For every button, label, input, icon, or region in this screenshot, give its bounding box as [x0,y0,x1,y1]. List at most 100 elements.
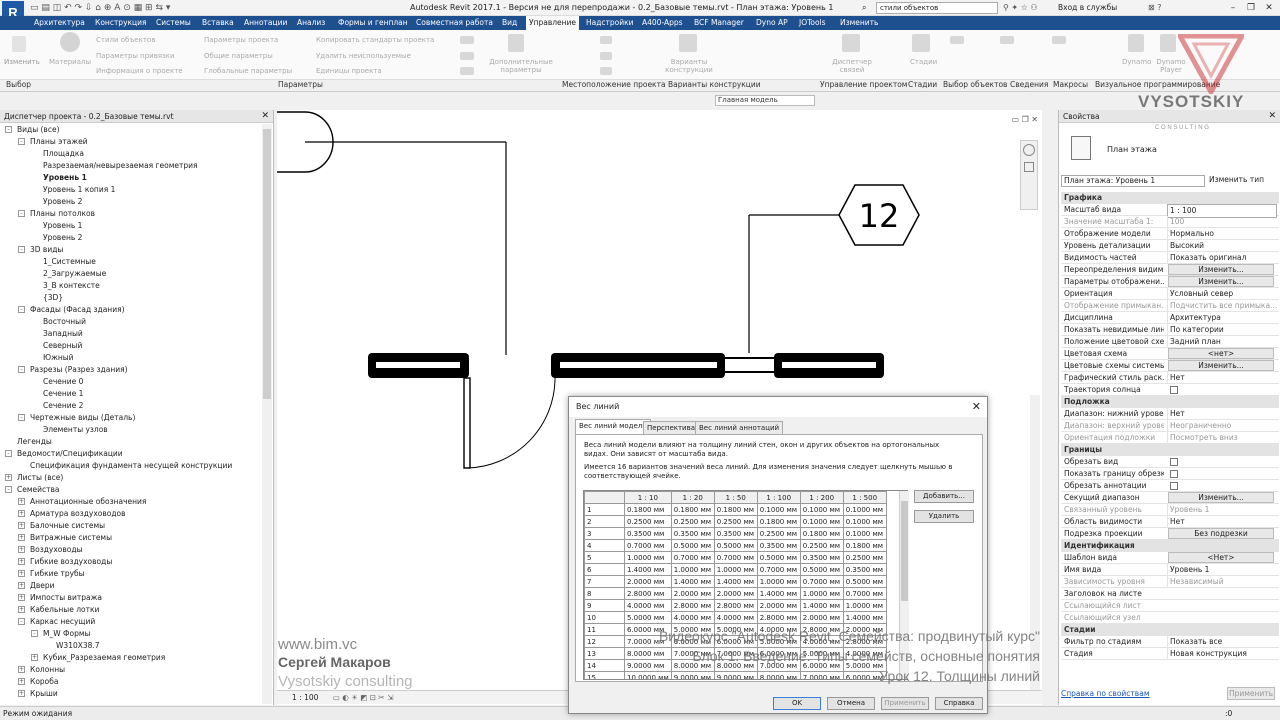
collapse-icon[interactable]: - [18,138,25,145]
dynamo-player-icon[interactable] [1160,34,1176,52]
units-button[interactable]: Единицы проекта [316,67,382,75]
property-value[interactable]: Новая конструкция [1167,648,1277,660]
collapse-icon[interactable]: - [5,486,12,493]
help-tools-icons[interactable]: ⚲ ✦ ☆ ⚇ [1003,3,1038,12]
property-value[interactable]: Уровень 1 [1167,564,1277,576]
weight-cell[interactable]: 4.0000 мм [713,611,758,624]
weight-cell[interactable]: 0.2500 мм [799,539,844,552]
browser-item[interactable]: Уровень 2 [32,232,82,244]
expand-icon[interactable]: + [18,666,25,673]
help-button[interactable]: Справка [935,697,983,710]
browser-item[interactable]: Спецификация фундамента несущей конструк… [19,460,232,472]
browser-item[interactable]: + Кабельные лотки [18,604,99,616]
purge-button[interactable]: Удалить неиспользуемые [316,52,411,60]
weight-cell[interactable]: 1.0000 мм [670,563,715,576]
weight-cell[interactable]: 2.0000 мм [624,575,672,588]
tab-8[interactable]: Вид [502,16,517,30]
collapse-icon[interactable]: - [18,246,25,253]
property-group[interactable]: Подложка [1061,396,1279,408]
browser-item[interactable]: + Воздуховоды [18,544,83,556]
browser-item[interactable]: Уровень 1 копия 1 [32,184,115,196]
weight-cell[interactable]: 4.0000 мм [624,599,672,612]
property-row[interactable]: Видимость частей Показать оригинал [1061,252,1279,264]
browser-item[interactable]: + Арматура воздуховодов [18,508,126,520]
browser-item[interactable]: + Импосты витража [18,592,102,604]
property-group[interactable]: Границы [1061,444,1279,456]
weight-cell[interactable]: 0.7000 мм [842,587,887,600]
ok-button[interactable]: OK [773,697,821,710]
phases-icon[interactable] [912,34,930,52]
property-edit-button[interactable]: <нет> [1168,348,1274,359]
property-value[interactable]: Неограниченно [1167,420,1277,432]
dynamo-icon[interactable] [1128,34,1144,52]
weight-cell[interactable]: 0.1000 мм [799,515,844,528]
column-header[interactable] [584,491,625,504]
tab-2[interactable]: Системы [156,16,191,30]
tab-4[interactable]: Аннотации [244,16,287,30]
expand-icon[interactable]: + [18,594,25,601]
add-column-button[interactable]: Добавить... [914,490,974,503]
property-value[interactable]: По категории [1167,324,1277,336]
column-header[interactable]: 1 : 500 [842,491,887,504]
location-icon[interactable] [600,36,612,44]
property-row[interactable]: Ориентация Условный север [1061,288,1279,300]
tab-7[interactable]: Совместная работа [416,16,493,30]
quick-access-toolbar[interactable]: ▭ ▤ ◫ ↶ ↷ ⇩ ⌂ ⊕ A ⊙ ▦ ⊞ ⇆ ▾ [30,3,170,13]
browser-item[interactable]: - Разрезы (Разрез здания) [18,364,128,376]
collapse-icon[interactable]: - [18,210,25,217]
browser-item[interactable]: - Виды (все) [5,124,60,136]
property-edit-button[interactable]: <Нет> [1168,552,1274,563]
weight-cell[interactable]: 0.1800 мм [624,503,672,516]
exchange-icon[interactable]: ⊠ ? [1148,3,1162,12]
property-row[interactable]: Шаблон вида <Нет> [1061,552,1279,564]
column-header[interactable]: 1 : 200 [799,491,844,504]
weight-cell[interactable]: 0.3500 мм [756,539,801,552]
property-value[interactable]: Подчистить все примыка... [1167,300,1277,312]
browser-item[interactable]: - Планы потолков [18,208,95,220]
cancel-button[interactable]: Отмена [827,697,875,710]
weight-cell[interactable]: 0.2500 мм [670,515,715,528]
property-value[interactable]: Нет [1167,408,1277,420]
property-checkbox[interactable] [1170,470,1178,478]
browser-item[interactable]: 3_В контексте [32,280,100,292]
weight-cell[interactable]: 1.0000 мм [756,575,801,588]
collapse-icon[interactable]: - [18,414,25,421]
expand-icon[interactable]: + [5,474,12,481]
weight-cell[interactable]: 0.2500 мм [842,551,887,564]
collapse-icon[interactable]: - [31,630,38,637]
property-checkbox[interactable] [1170,386,1178,394]
design-options-icon[interactable] [679,34,697,52]
property-edit-button[interactable]: Изменить... [1168,360,1274,371]
expand-icon[interactable]: + [18,606,25,613]
property-row[interactable]: Цветовая схема <нет> [1061,348,1279,360]
property-value[interactable]: Задний план [1167,336,1277,348]
property-edit-button[interactable]: Изменить... [1168,276,1274,287]
weight-cell[interactable]: 1.4000 мм [670,575,715,588]
snaps-button[interactable]: Параметры привязки [96,52,175,60]
property-row[interactable]: Секущий диапазон Изменить... [1061,492,1279,504]
tab-0[interactable]: Архитектура [34,16,85,30]
property-row[interactable]: Графический стиль раск... Нет [1061,372,1279,384]
dialog-close-icon[interactable]: ✕ [972,400,981,413]
property-row[interactable]: Дисциплина Архитектура [1061,312,1279,324]
browser-item[interactable]: + Гибкие трубы [18,568,85,580]
tab-10[interactable]: Надстройки [586,16,634,30]
restore-icon[interactable]: ❐ [1242,1,1260,15]
weight-cell[interactable]: 0.5000 мм [842,575,887,588]
property-value[interactable]: Уровень 1 [1167,504,1277,516]
wrench-icon[interactable] [508,34,524,52]
view-scale[interactable]: 1 : 100 [292,693,318,702]
weight-cell[interactable]: 2.0000 мм [713,587,758,600]
browser-item[interactable]: - Ведомости/Спецификации [5,448,123,460]
weight-cell[interactable]: 0.1000 мм [842,515,887,528]
weight-cell[interactable]: 2.0000 мм [799,611,844,624]
tab-1[interactable]: Конструкция [95,16,147,30]
weight-cell[interactable]: 5.0000 мм [624,611,672,624]
property-row[interactable]: Диапазон: верхний урове... Неограниченно [1061,420,1279,432]
property-row[interactable]: Траектория солнца [1061,384,1279,396]
browser-item[interactable]: Сечение 0 [32,376,83,388]
weight-cell[interactable]: 1.0000 мм [624,551,672,564]
property-value[interactable]: Показать все [1167,636,1277,648]
property-row[interactable]: Параметры отображени... Изменить... [1061,276,1279,288]
weight-cell[interactable]: 0.5000 мм [713,539,758,552]
